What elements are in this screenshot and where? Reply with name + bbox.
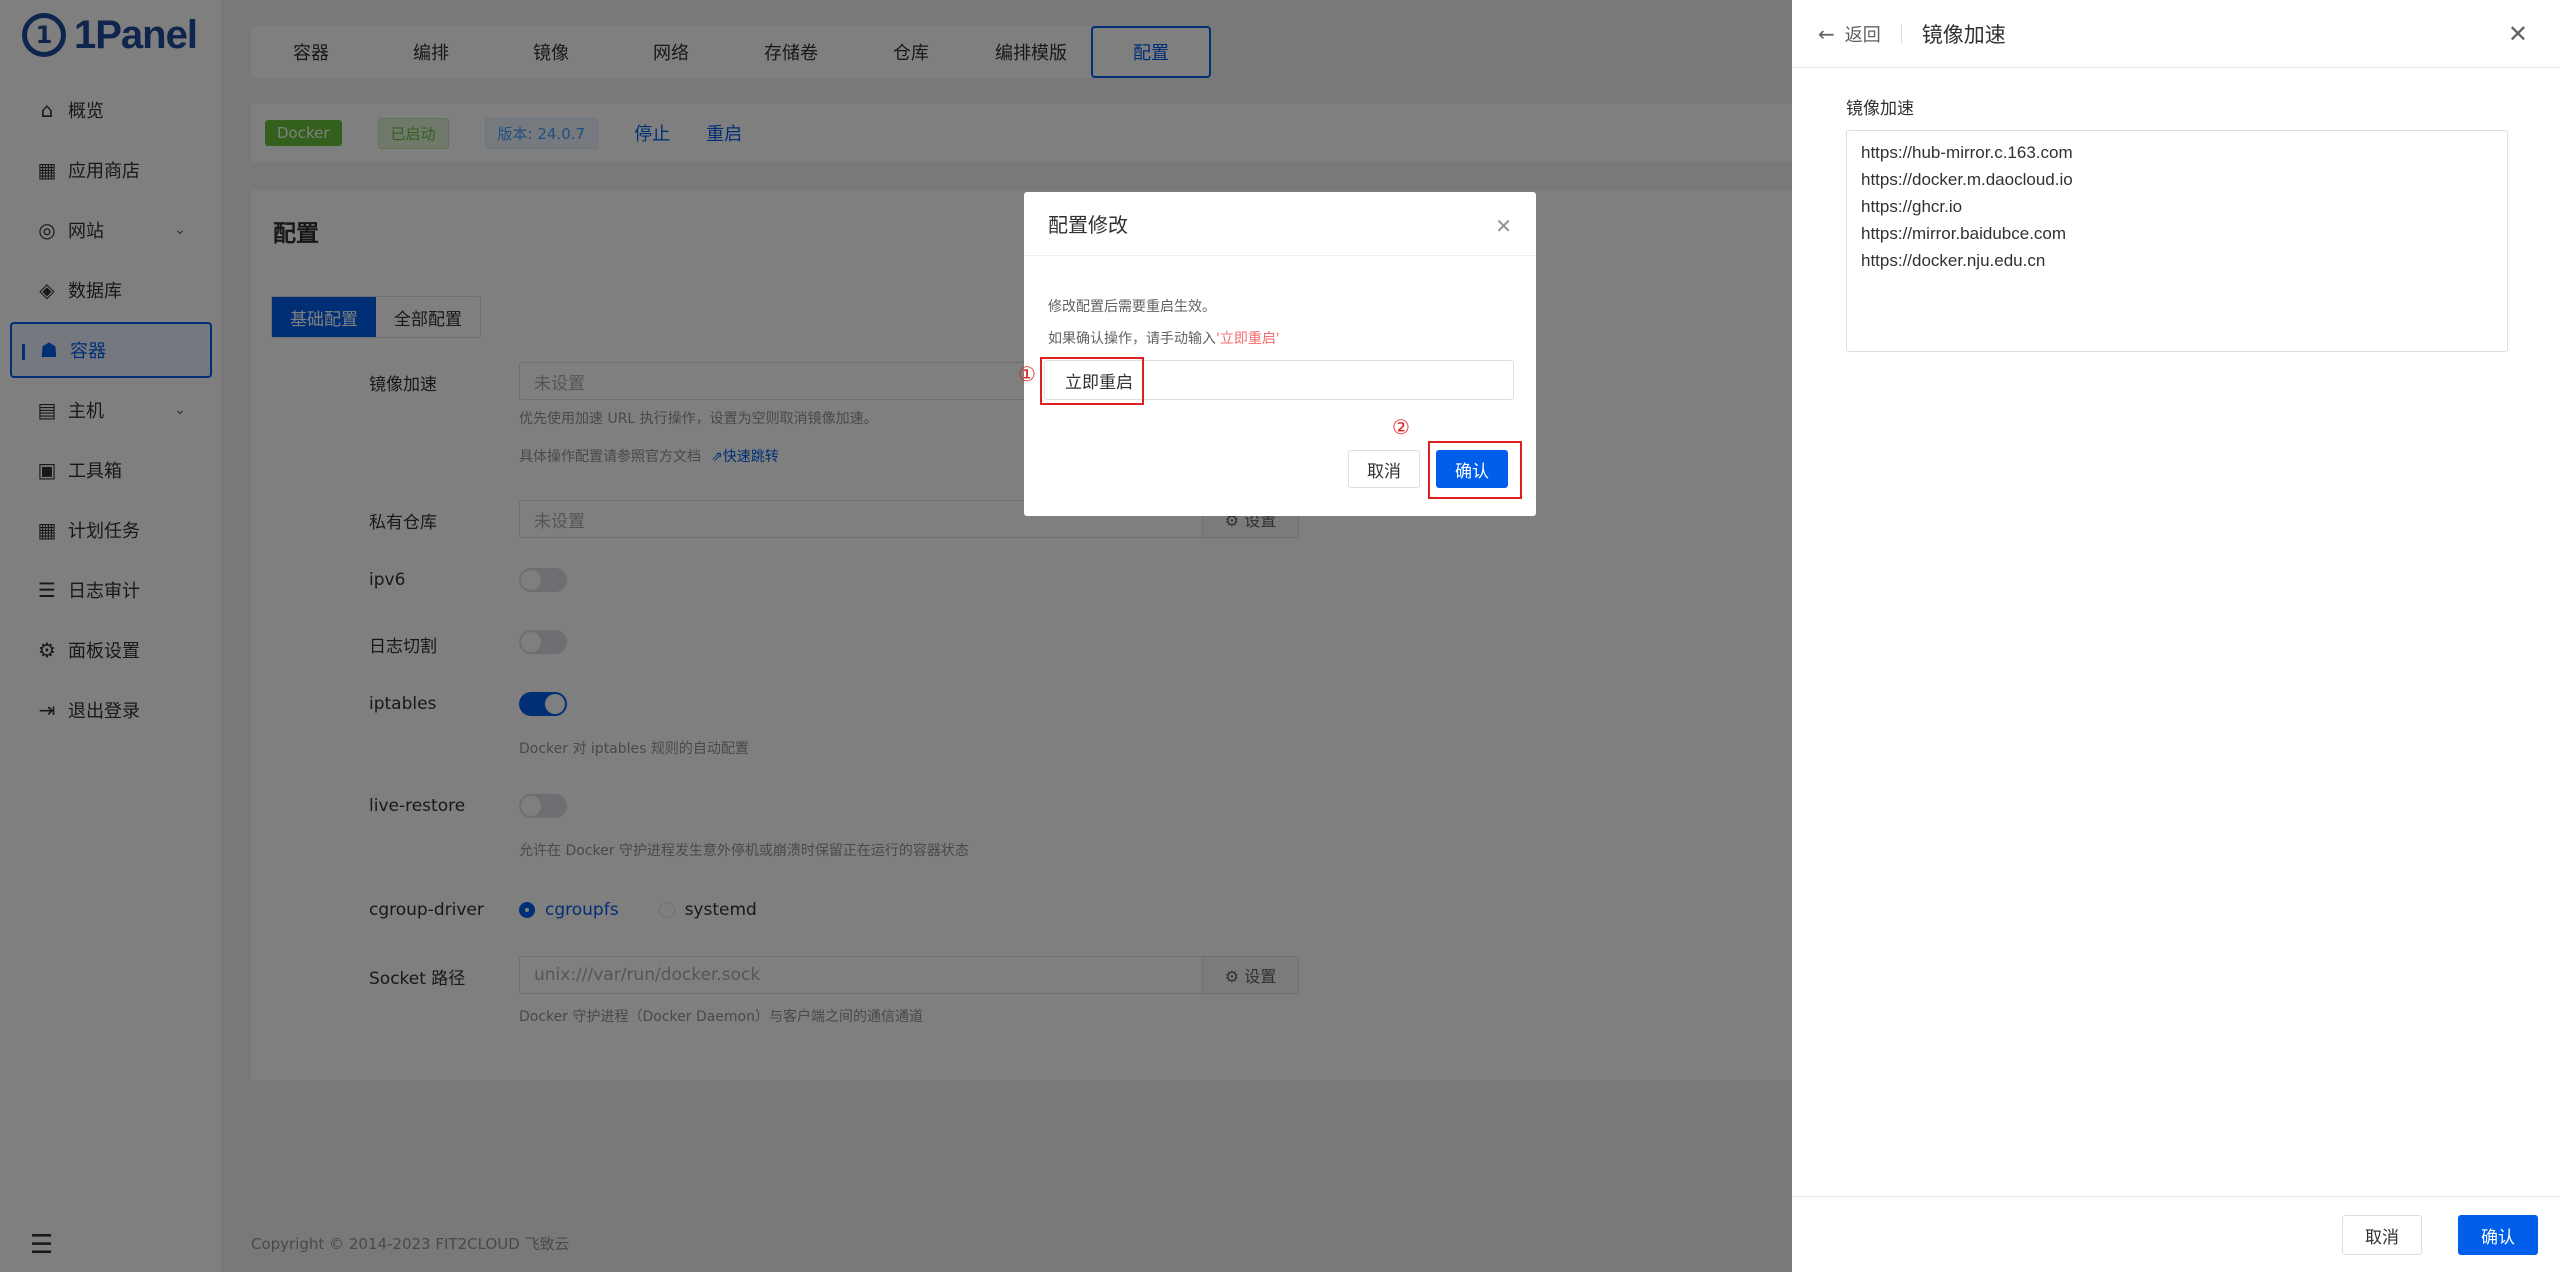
dialog-instruction: 如果确认操作，请手动输入'立即重启' [1048,328,1280,348]
dialog-title: 配置修改 [1024,192,1536,256]
instruction-text: 如果确认操作，请手动输入 [1048,331,1216,347]
back-button[interactable]: ← 返回 [1818,21,1881,47]
annotation-box-2 [1428,441,1522,499]
annotation-box-1 [1040,357,1144,405]
arrow-left-icon: ← [1818,21,1835,46]
mirror-field-label: 镜像加速 [1846,99,1914,119]
drawer-header: ← 返回 镜像加速 ✕ [1792,0,2560,68]
divider [1900,23,1902,44]
dialog-cancel-button[interactable]: 取消 [1348,450,1420,488]
mirror-drawer: ← 返回 镜像加速 ✕ 镜像加速 https://hub-mirror.c.16… [1792,0,2560,1272]
drawer-cancel-button[interactable]: 取消 [2342,1215,2422,1255]
back-label: 返回 [1844,24,1881,46]
close-icon[interactable]: ✕ [1495,214,1512,238]
drawer-confirm-button[interactable]: 确认 [2458,1215,2538,1255]
annotation-number-2: ② [1392,415,1410,439]
drawer-footer: 取消 确认 [1792,1196,2560,1272]
close-icon[interactable]: ✕ [2508,20,2528,48]
annotation-number-1: ① [1018,362,1036,386]
dialog-message: 修改配置后需要重启生效。 [1048,299,1216,315]
mirror-textarea[interactable]: https://hub-mirror.c.163.com https://doc… [1846,130,2508,352]
instruction-keyword: '立即重启' [1216,331,1280,347]
drawer-title: 镜像加速 [1921,22,2006,47]
config-change-dialog: 配置修改 ✕ 修改配置后需要重启生效。 如果确认操作，请手动输入'立即重启' 立… [1018,192,1536,516]
